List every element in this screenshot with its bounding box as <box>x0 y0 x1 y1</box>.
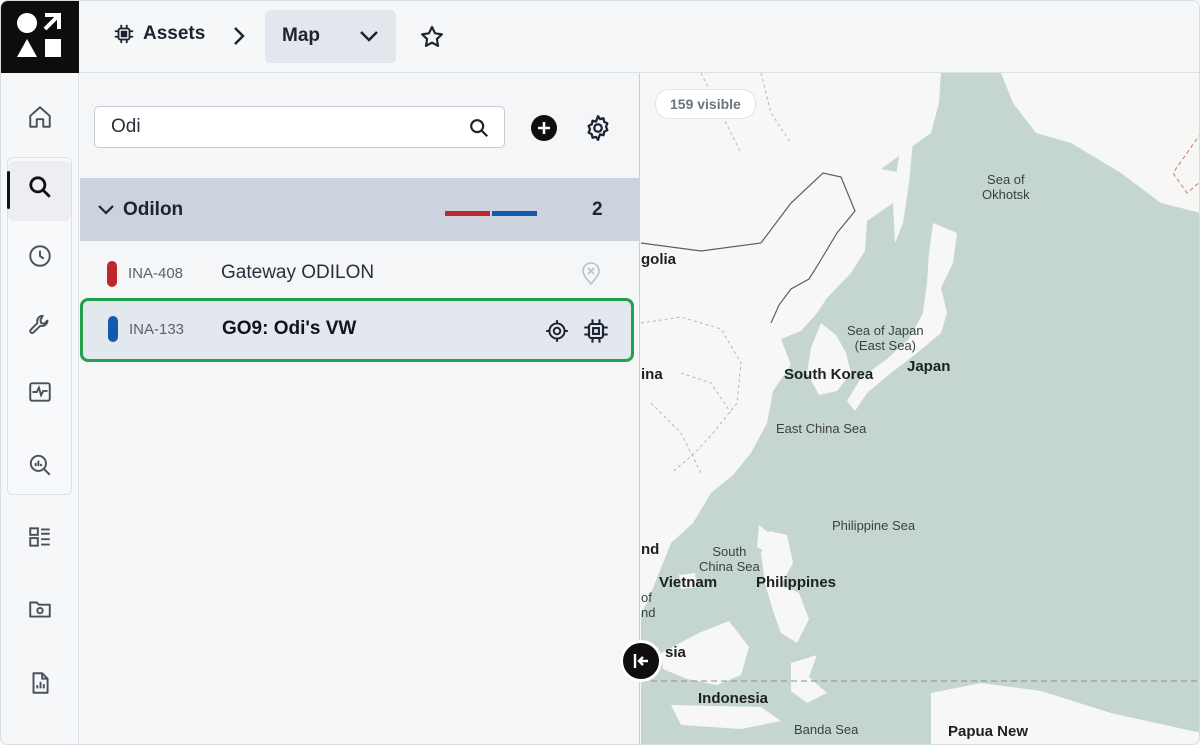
favorite-star-icon[interactable] <box>419 24 445 50</box>
chip-icon[interactable] <box>582 317 610 345</box>
collapse-panel-button[interactable] <box>620 640 662 682</box>
asset-name: Gateway ODILON <box>221 262 375 283</box>
list-item-selected[interactable]: INA-133 GO9: Odi's VW <box>80 298 634 362</box>
group-header[interactable]: Odilon 2 <box>80 178 640 241</box>
nav-history[interactable] <box>1 226 79 286</box>
top-bar: Assets Map <box>79 1 1199 73</box>
app-logo[interactable] <box>1 1 79 73</box>
map-label-okhotsk: Sea of Okhotsk <box>982 172 1030 202</box>
nav-analytics-search[interactable] <box>1 435 79 495</box>
chevron-right-icon <box>234 27 245 45</box>
map-label-china: ina <box>641 366 663 383</box>
left-navigation <box>1 73 79 744</box>
status-pill <box>107 261 117 287</box>
search-icon <box>29 176 51 198</box>
nav-dashboard[interactable] <box>1 507 79 567</box>
search-box <box>94 106 505 148</box>
folder-settings-icon <box>29 601 51 618</box>
asset-code: INA-133 <box>129 321 185 338</box>
map-label-vietnam: Vietnam <box>659 574 718 591</box>
map-label-philippines: Philippines <box>756 574 837 591</box>
asset-code: INA-408 <box>128 265 184 282</box>
status-line-red <box>445 211 490 216</box>
map-canvas <box>641 73 1199 744</box>
app-window: Assets Map Odi Odilon 2 INA-408 Gateway … <box>0 0 1200 745</box>
map-label-japan: Japan <box>907 358 951 375</box>
map-label-banda-sea: Banda Sea <box>794 722 859 737</box>
map-label-south-korea: South Korea <box>784 366 874 383</box>
asset-search-panel: Odilon 2 INA-408 Gateway ODILON INA-133 … <box>80 73 640 744</box>
group-name: Odilon <box>123 199 184 220</box>
group-count: 2 <box>592 199 603 220</box>
map-label-nd: nd <box>641 541 660 558</box>
clock-icon <box>29 245 51 267</box>
nav-maintenance[interactable] <box>1 295 79 355</box>
view-select-label: Map <box>282 25 320 46</box>
breadcrumb-label: Assets <box>143 23 206 44</box>
collapse-left-icon <box>633 654 648 668</box>
chip-icon <box>114 24 134 44</box>
report-icon <box>32 672 49 694</box>
map-label-east-china-sea: East China Sea <box>776 421 867 436</box>
locate-target-icon[interactable] <box>544 318 570 344</box>
add-circle-icon[interactable] <box>530 114 558 142</box>
map-view[interactable]: 159 visible Sea of Okhotsk golia Sea of … <box>641 73 1199 744</box>
nav-files[interactable] <box>1 579 79 639</box>
search-icon[interactable] <box>468 117 490 139</box>
map-label-malaysia: sia <box>665 644 686 661</box>
chevron-down-icon <box>360 31 378 42</box>
zoom-chart-icon <box>29 454 51 476</box>
nav-monitoring[interactable] <box>1 362 79 422</box>
gear-icon[interactable] <box>583 113 613 143</box>
home-icon <box>29 106 51 128</box>
activity-monitor-icon <box>29 382 51 402</box>
map-label-philippine-sea: Philippine Sea <box>832 518 916 533</box>
status-pill <box>108 316 118 342</box>
nav-reports[interactable] <box>1 653 79 713</box>
nav-search[interactable] <box>1 157 79 221</box>
dashboard-icon <box>29 527 50 547</box>
asset-name: GO9: Odi's VW <box>222 318 357 339</box>
map-label-of-nd: of nd <box>641 590 656 620</box>
map-label-indonesia: Indonesia <box>698 690 769 707</box>
status-line-blue <box>492 211 537 216</box>
breadcrumb-assets[interactable]: Assets <box>113 23 205 45</box>
map-label-south-china-sea: South China Sea <box>699 544 760 574</box>
visible-count-badge: 159 visible <box>655 89 756 119</box>
map-label-sea-of-japan: Sea of Japan (East Sea) <box>847 323 924 353</box>
nav-home[interactable] <box>1 87 79 147</box>
wrench-icon <box>29 314 49 334</box>
list-item[interactable]: INA-408 Gateway ODILON <box>80 245 640 303</box>
chevron-down-icon <box>98 205 114 215</box>
search-input[interactable] <box>111 116 451 138</box>
map-label-papua: Papua New <box>948 723 1029 740</box>
location-off-icon <box>582 262 600 286</box>
map-label-mongolia: golia <box>641 251 677 268</box>
view-select-dropdown[interactable]: Map <box>265 10 396 63</box>
